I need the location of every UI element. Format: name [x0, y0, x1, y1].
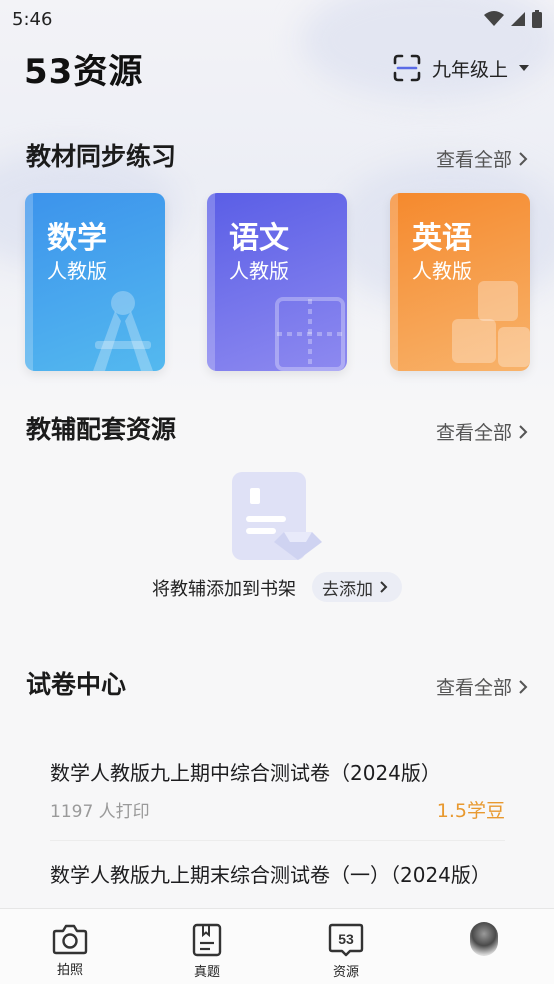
- status-bar: 5:46: [0, 0, 554, 38]
- paper-title[interactable]: 数学人教版九上期中综合测试卷（2024版）: [50, 758, 505, 788]
- textbook-card-math[interactable]: 数学 人教版: [25, 193, 165, 371]
- paper-print-count: 1197 人打印: [50, 802, 150, 822]
- textbook-card-chinese[interactable]: 语文 人教版: [207, 193, 347, 371]
- status-time: 5:46: [12, 8, 53, 30]
- add-button-label[interactable]: 去添加: [322, 575, 373, 600]
- divider: [50, 840, 505, 841]
- card-spine: [207, 193, 215, 371]
- character-grid-icon: [275, 297, 345, 371]
- grade-selector[interactable]: 九年级上: [392, 53, 530, 83]
- camera-icon[interactable]: [52, 923, 88, 955]
- card-subject: 英语: [412, 221, 472, 256]
- wifi-icon: [484, 11, 504, 26]
- chevron-right-icon[interactable]: [518, 151, 528, 167]
- compass-icon: [93, 291, 153, 371]
- resources-53-icon[interactable]: 53: [328, 923, 364, 957]
- tab-label[interactable]: 拍照: [57, 959, 83, 978]
- tab-photo[interactable]: 拍照: [30, 923, 110, 978]
- papers-view-all[interactable]: 查看全部: [436, 673, 528, 700]
- profile-avatar[interactable]: [470, 922, 498, 956]
- puzzle-icon: [452, 281, 530, 367]
- supplementary-view-all[interactable]: 查看全部: [436, 418, 528, 445]
- scan-icon[interactable]: [392, 53, 422, 83]
- empty-bookshelf-icon: [232, 472, 322, 560]
- paper-list-item[interactable]: 数学人教版九上期中综合测试卷（2024版） 1197 人打印 1.5学豆: [50, 758, 505, 823]
- chevron-right-icon[interactable]: [379, 580, 388, 594]
- textbooks-section-title: 教材同步练习: [26, 142, 177, 171]
- caret-down-icon[interactable]: [518, 64, 530, 72]
- tab-label[interactable]: 资源: [333, 961, 359, 980]
- grade-label[interactable]: 九年级上: [432, 55, 508, 82]
- tab-resources[interactable]: 53 资源: [306, 923, 386, 980]
- paper-title[interactable]: 数学人教版九上期末综合测试卷（一）（2024版）: [50, 860, 505, 890]
- empty-state-text: 将教辅添加到书架: [152, 579, 296, 600]
- exam-paper-icon[interactable]: [191, 923, 223, 957]
- paper-price: 1.5学豆: [436, 800, 505, 822]
- app-header: 53资源 九年级上: [24, 44, 530, 92]
- battery-icon: [532, 10, 542, 28]
- resources-icon-text: 53: [338, 931, 354, 947]
- card-subject: 语文: [229, 221, 289, 256]
- paper-list-item[interactable]: 数学人教版九上期末综合测试卷（一）（2024版）: [50, 860, 505, 890]
- textbook-card-english[interactable]: 英语 人教版: [390, 193, 530, 371]
- signal-icon: [511, 12, 525, 26]
- card-edition: 人教版: [47, 259, 107, 283]
- paper-meta: 1197 人打印 1.5学豆: [50, 796, 505, 823]
- textbooks-view-all[interactable]: 查看全部: [436, 145, 528, 172]
- card-edition: 人教版: [229, 259, 289, 283]
- app-title: 53资源: [24, 51, 144, 92]
- view-all-label[interactable]: 查看全部: [436, 673, 512, 700]
- view-all-label[interactable]: 查看全部: [436, 145, 512, 172]
- card-spine: [390, 193, 398, 371]
- supplementary-section-title: 教辅配套资源: [26, 415, 177, 444]
- view-all-label[interactable]: 查看全部: [436, 418, 512, 445]
- tab-label[interactable]: 真题: [194, 961, 220, 980]
- papers-section-title: 试卷中心: [26, 670, 127, 699]
- status-icons: [484, 10, 542, 28]
- card-spine: [25, 193, 33, 371]
- chevron-right-icon[interactable]: [518, 424, 528, 440]
- tab-exam[interactable]: 真题: [167, 923, 247, 980]
- chevron-right-icon[interactable]: [518, 679, 528, 695]
- add-button[interactable]: 去添加: [312, 572, 402, 602]
- card-subject: 数学: [47, 221, 107, 256]
